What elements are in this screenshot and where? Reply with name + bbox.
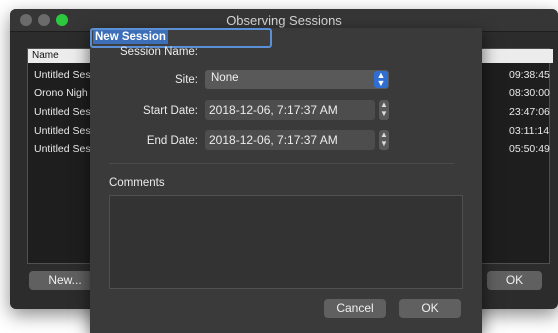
comments-textarea[interactable]: [109, 195, 463, 289]
end-date-value: 2018-12-06, 7:17:37 AM: [209, 133, 338, 147]
window-title: Observing Sessions: [226, 13, 342, 28]
table-row-name[interactable]: Untitled Ses: [34, 143, 91, 155]
start-date-label: Start Date:: [143, 105, 198, 117]
table-row-time[interactable]: 03:11:14: [509, 125, 549, 137]
comments-label: Comments: [109, 177, 165, 189]
table-row-name[interactable]: Untitled Ses: [34, 69, 91, 81]
site-select-value: None: [211, 72, 239, 84]
start-date-stepper-icon[interactable]: ▲ ▼: [379, 100, 389, 120]
site-label: Site:: [174, 74, 198, 86]
window-ok-button[interactable]: OK: [487, 271, 542, 290]
sheet-ok-button[interactable]: OK: [399, 299, 461, 318]
table-row-name[interactable]: Untitled Ses: [34, 106, 91, 118]
table-row-name[interactable]: Untitled Ses: [34, 125, 91, 137]
chevron-updown-icon: ▲ ▼: [374, 71, 388, 88]
session-name-label: Session Name:: [120, 46, 198, 58]
divider: [109, 163, 454, 164]
table-row-time[interactable]: 09:38:45: [509, 69, 550, 81]
session-name-value: New Session: [93, 30, 168, 44]
cancel-button[interactable]: Cancel: [324, 299, 386, 318]
session-name-input[interactable]: New Session: [90, 28, 272, 48]
start-date-field[interactable]: 2018-12-06, 7:17:37 AM: [205, 100, 375, 120]
table-row-time[interactable]: 23:47:06: [509, 106, 550, 118]
table-row-name[interactable]: Orono Nigh: [34, 87, 88, 99]
end-date-field[interactable]: 2018-12-06, 7:17:37 AM: [205, 130, 375, 150]
table-row-time[interactable]: 05:50:49: [509, 143, 550, 155]
new-session-sheet: Session Name: New Session Site: None ▲ ▼ …: [90, 28, 482, 333]
start-date-value: 2018-12-06, 7:17:37 AM: [209, 103, 338, 117]
table-row-time[interactable]: 08:30:00: [509, 87, 550, 99]
end-date-stepper-icon[interactable]: ▲ ▼: [379, 130, 389, 150]
end-date-label: End Date:: [146, 135, 198, 147]
site-select[interactable]: None ▲ ▼: [205, 70, 389, 89]
